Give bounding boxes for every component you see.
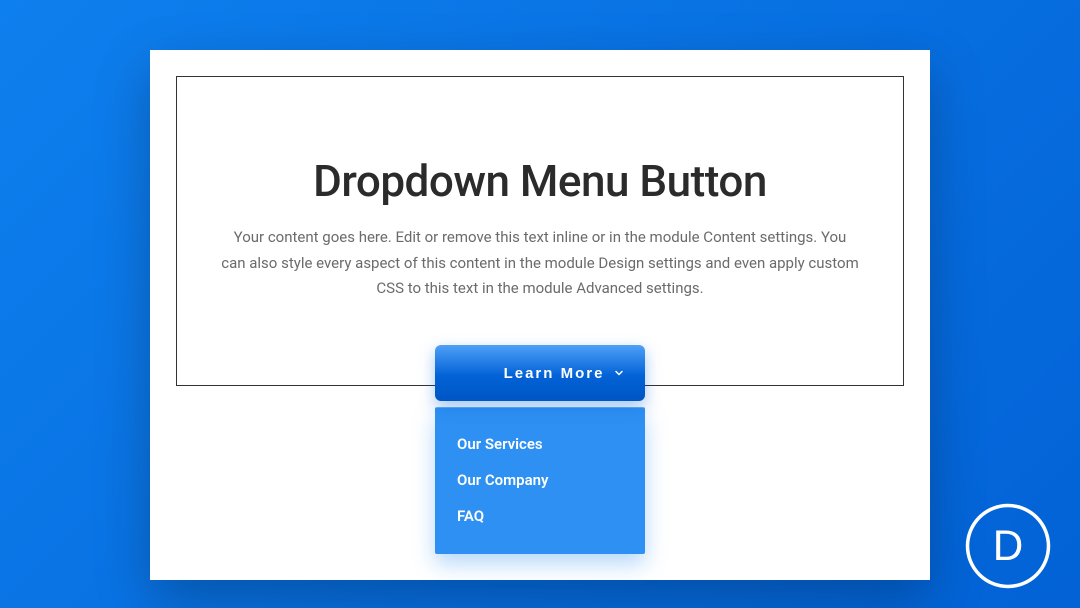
dropdown-panel: Our Services Our Company FAQ — [435, 407, 645, 554]
brand-logo-icon: D — [964, 502, 1052, 590]
learn-more-button[interactable]: Learn More — [435, 345, 645, 401]
page-description: Your content goes here. Edit or remove t… — [220, 225, 860, 302]
dropdown-item-faq[interactable]: FAQ — [457, 498, 623, 534]
dropdown-item-services[interactable]: Our Services — [457, 426, 623, 462]
chevron-down-icon — [613, 367, 625, 379]
page-title: Dropdown Menu Button — [217, 155, 863, 207]
dropdown-container: Learn More Our Services Our Company FAQ — [435, 345, 645, 554]
content-frame: Dropdown Menu Button Your content goes h… — [176, 76, 904, 386]
brand-letter: D — [993, 522, 1024, 569]
dropdown-item-company[interactable]: Our Company — [457, 462, 623, 498]
content-card: Dropdown Menu Button Your content goes h… — [150, 50, 930, 580]
